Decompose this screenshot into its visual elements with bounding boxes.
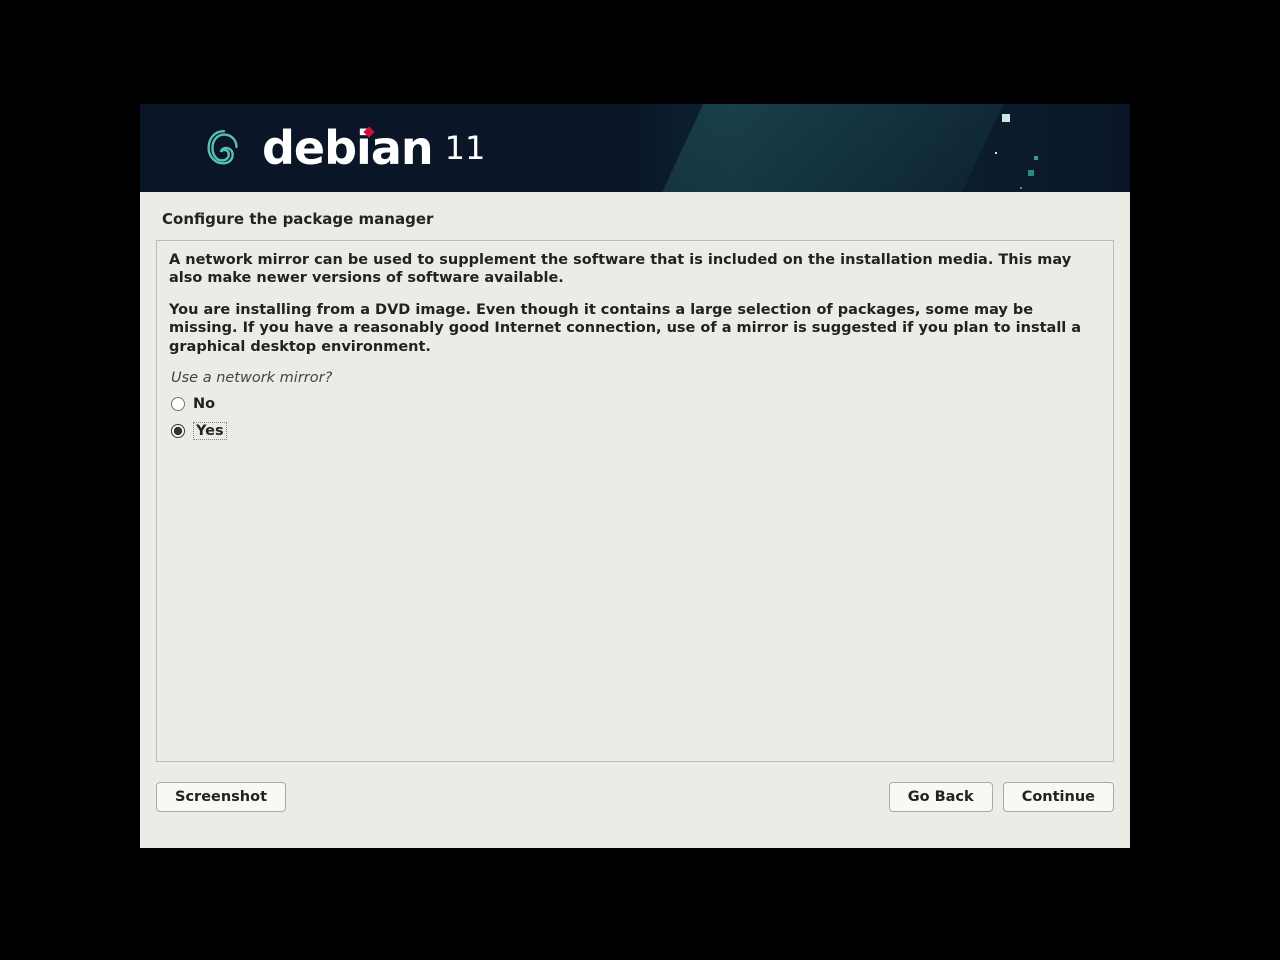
logo-wrap: debian 11	[140, 104, 1130, 192]
go-back-button[interactable]: Go Back	[889, 782, 993, 812]
installer-window: debian 11 Configure the package manager …	[140, 104, 1130, 848]
radio-option-no[interactable]: No	[171, 396, 1101, 412]
page-title: Configure the package manager	[140, 192, 1130, 240]
nav-button-group: Go Back Continue	[889, 782, 1114, 812]
radio-option-yes[interactable]: Yes	[171, 422, 1101, 440]
debian-swirl-icon	[200, 124, 248, 172]
brand-name: debian	[262, 121, 433, 175]
radio-yes-input[interactable]	[171, 424, 185, 438]
content-panel: A network mirror can be used to suppleme…	[156, 240, 1114, 762]
radio-no-input[interactable]	[171, 397, 185, 411]
radio-no-label: No	[193, 396, 215, 412]
continue-button[interactable]: Continue	[1003, 782, 1114, 812]
screenshot-button[interactable]: Screenshot	[156, 782, 286, 812]
header-banner: debian 11	[140, 104, 1130, 192]
radio-yes-label: Yes	[193, 422, 227, 440]
button-bar: Screenshot Go Back Continue	[140, 762, 1130, 812]
description-paragraph-1: A network mirror can be used to suppleme…	[169, 251, 1101, 287]
description-paragraph-2: You are installing from a DVD image. Eve…	[169, 301, 1101, 355]
question-label: Use a network mirror?	[171, 370, 1101, 386]
brand-version: 11	[445, 129, 486, 167]
